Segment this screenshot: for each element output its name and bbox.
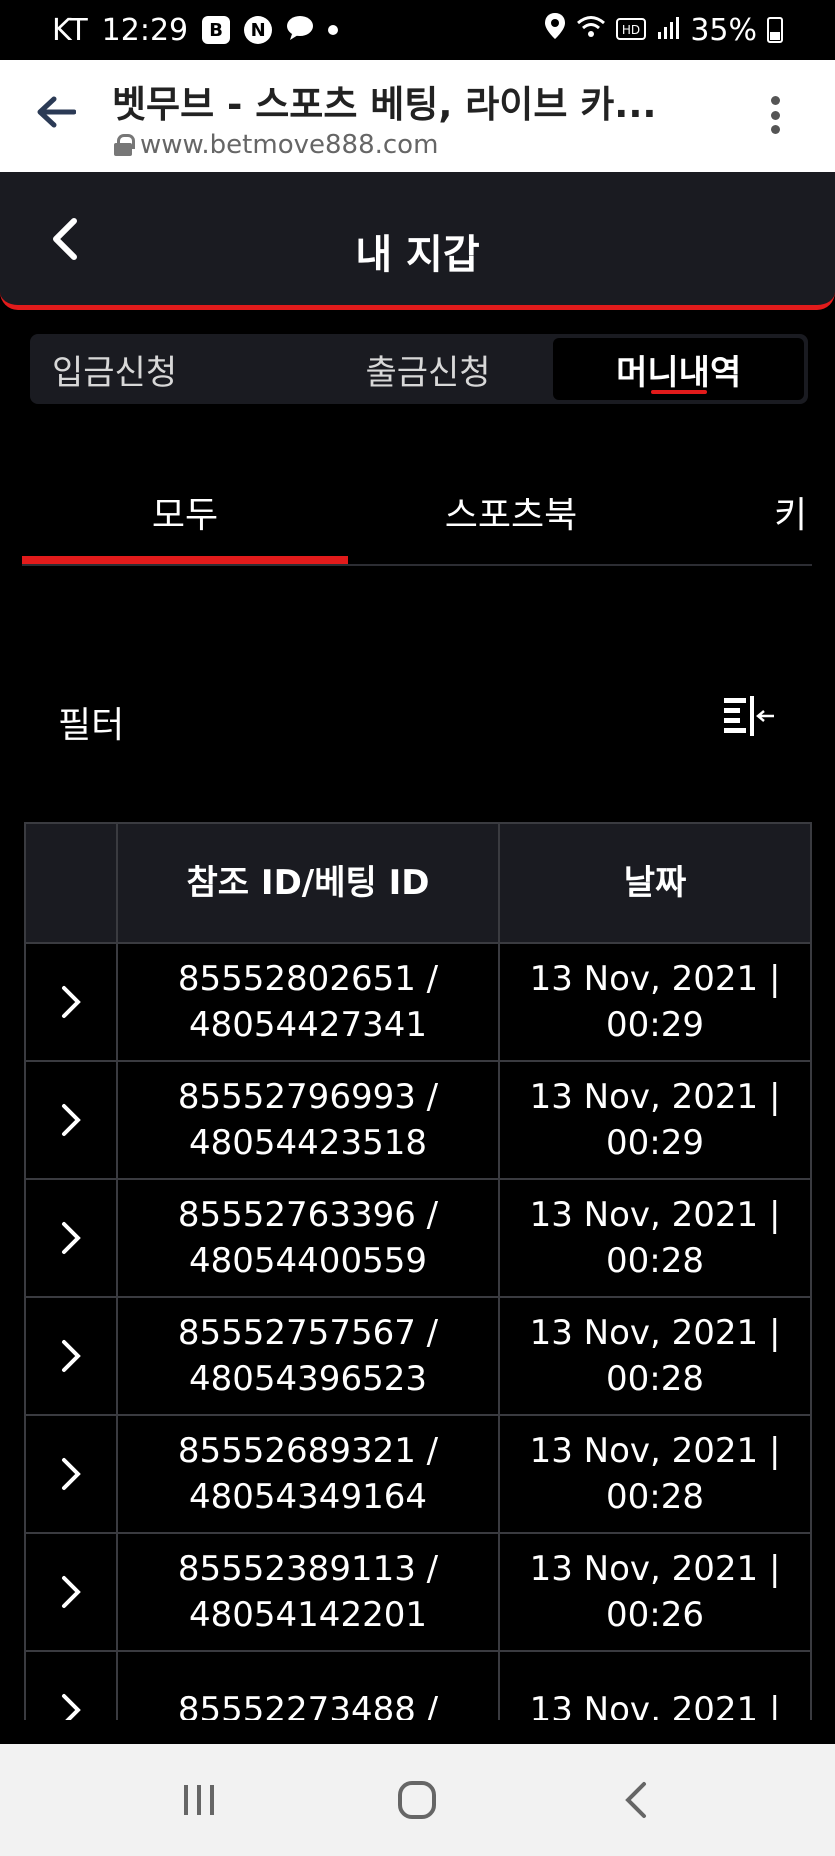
table-row[interactable]: 85552802651 / 48054427341 13 Nov, 2021 |… xyxy=(26,942,810,1060)
ref-id: 85552689321 / xyxy=(177,1431,439,1471)
date-cell: 13 Nov, 2021 | 00:29 xyxy=(500,1062,810,1178)
chevron-right-icon xyxy=(62,1694,81,1720)
money-history-table: 참조 ID/베팅 ID 날짜 85552802651 / 48054427341… xyxy=(24,822,812,1720)
date: 13 Nov, 2021 | xyxy=(529,1077,781,1117)
header-expand-col xyxy=(26,824,118,942)
bet-id: 48054400559 xyxy=(189,1241,427,1281)
back-chevron-icon xyxy=(624,1782,646,1818)
table-row[interactable]: 85552389113 / 48054142201 13 Nov, 2021 |… xyxy=(26,1532,810,1650)
recent-apps-icon xyxy=(184,1785,215,1815)
time: 00:28 xyxy=(606,1241,704,1281)
date: 13 Nov, 2021 | xyxy=(529,1549,781,1589)
table-row[interactable]: 85552273488 / 13 Nov, 2021 | xyxy=(26,1650,810,1720)
table-header: 참조 ID/베팅 ID 날짜 xyxy=(26,824,810,942)
date-cell: 13 Nov, 2021 | 00:28 xyxy=(500,1180,810,1296)
table-row[interactable]: 85552689321 / 48054349164 13 Nov, 2021 |… xyxy=(26,1414,810,1532)
date-cell: 13 Nov, 2021 | 00:28 xyxy=(500,1416,810,1532)
chevron-right-icon xyxy=(62,1104,81,1136)
chevron-right-icon xyxy=(62,1222,81,1254)
ref-cell: 85552796993 / 48054423518 xyxy=(118,1062,500,1178)
header-date: 날짜 xyxy=(623,863,687,903)
bet-id: 48054142201 xyxy=(189,1595,427,1635)
bet-id: 48054427341 xyxy=(189,1005,427,1045)
chevron-right-icon xyxy=(62,1576,81,1608)
ref-cell: 85552273488 / xyxy=(118,1652,500,1720)
chevron-right-icon xyxy=(62,1340,81,1372)
ref-id: 85552389113 / xyxy=(177,1549,439,1589)
date-cell: 13 Nov, 2021 | 00:26 xyxy=(500,1534,810,1650)
time: 00:26 xyxy=(606,1595,704,1635)
ref-id: 85552763396 / xyxy=(177,1195,439,1235)
chevron-right-icon xyxy=(62,1458,81,1490)
time: 00:29 xyxy=(606,1005,704,1045)
ref-cell: 85552689321 / 48054349164 xyxy=(118,1416,500,1532)
home-icon xyxy=(398,1781,437,1819)
ref-id: 85552273488 / xyxy=(177,1690,439,1720)
time: 00:28 xyxy=(606,1359,704,1399)
header-ref-id: 참조 ID/베팅 ID xyxy=(118,824,500,942)
expand-button[interactable] xyxy=(26,1298,118,1414)
ref-id: 85552757567 / xyxy=(177,1313,439,1353)
bet-id: 48054349164 xyxy=(189,1477,427,1517)
ref-cell: 85552757567 / 48054396523 xyxy=(118,1298,500,1414)
table-viewport: 참조 ID/베팅 ID 날짜 85552802651 / 48054427341… xyxy=(0,0,835,1720)
ref-cell: 85552763396 / 48054400559 xyxy=(118,1180,500,1296)
bet-id: 48054396523 xyxy=(189,1359,427,1399)
ref-cell: 85552802651 / 48054427341 xyxy=(118,944,500,1060)
chevron-right-icon xyxy=(62,986,81,1018)
table-row[interactable]: 85552796993 / 48054423518 13 Nov, 2021 |… xyxy=(26,1060,810,1178)
recent-apps-button[interactable] xyxy=(169,1770,229,1830)
expand-button[interactable] xyxy=(26,1180,118,1296)
date-cell: 13 Nov, 2021 | 00:28 xyxy=(500,1298,810,1414)
expand-button[interactable] xyxy=(26,1534,118,1650)
date-cell: 13 Nov, 2021 | xyxy=(500,1652,810,1720)
ref-id: 85552796993 / xyxy=(177,1077,439,1117)
date: 13 Nov, 2021 | xyxy=(529,1431,781,1471)
date-cell: 13 Nov, 2021 | 00:29 xyxy=(500,944,810,1060)
system-navigation-bar xyxy=(0,1744,835,1856)
expand-button[interactable] xyxy=(26,1652,118,1720)
time: 00:29 xyxy=(606,1123,704,1163)
home-button[interactable] xyxy=(387,1770,447,1830)
date: 13 Nov, 2021 | xyxy=(529,1313,781,1353)
expand-button[interactable] xyxy=(26,1416,118,1532)
date: 13 Nov, 2021 | xyxy=(529,1195,781,1235)
table-row[interactable]: 85552763396 / 48054400559 13 Nov, 2021 |… xyxy=(26,1178,810,1296)
system-back-button[interactable] xyxy=(606,1770,666,1830)
table-row[interactable]: 85552757567 / 48054396523 13 Nov, 2021 |… xyxy=(26,1296,810,1414)
date: 13 Nov, 2021 | xyxy=(529,959,781,999)
ref-id: 85552802651 / xyxy=(177,959,439,999)
time: 00:28 xyxy=(606,1477,704,1517)
date: 13 Nov, 2021 | xyxy=(529,1690,781,1720)
expand-button[interactable] xyxy=(26,1062,118,1178)
bet-id: 48054423518 xyxy=(189,1123,427,1163)
ref-cell: 85552389113 / 48054142201 xyxy=(118,1534,500,1650)
expand-button[interactable] xyxy=(26,944,118,1060)
